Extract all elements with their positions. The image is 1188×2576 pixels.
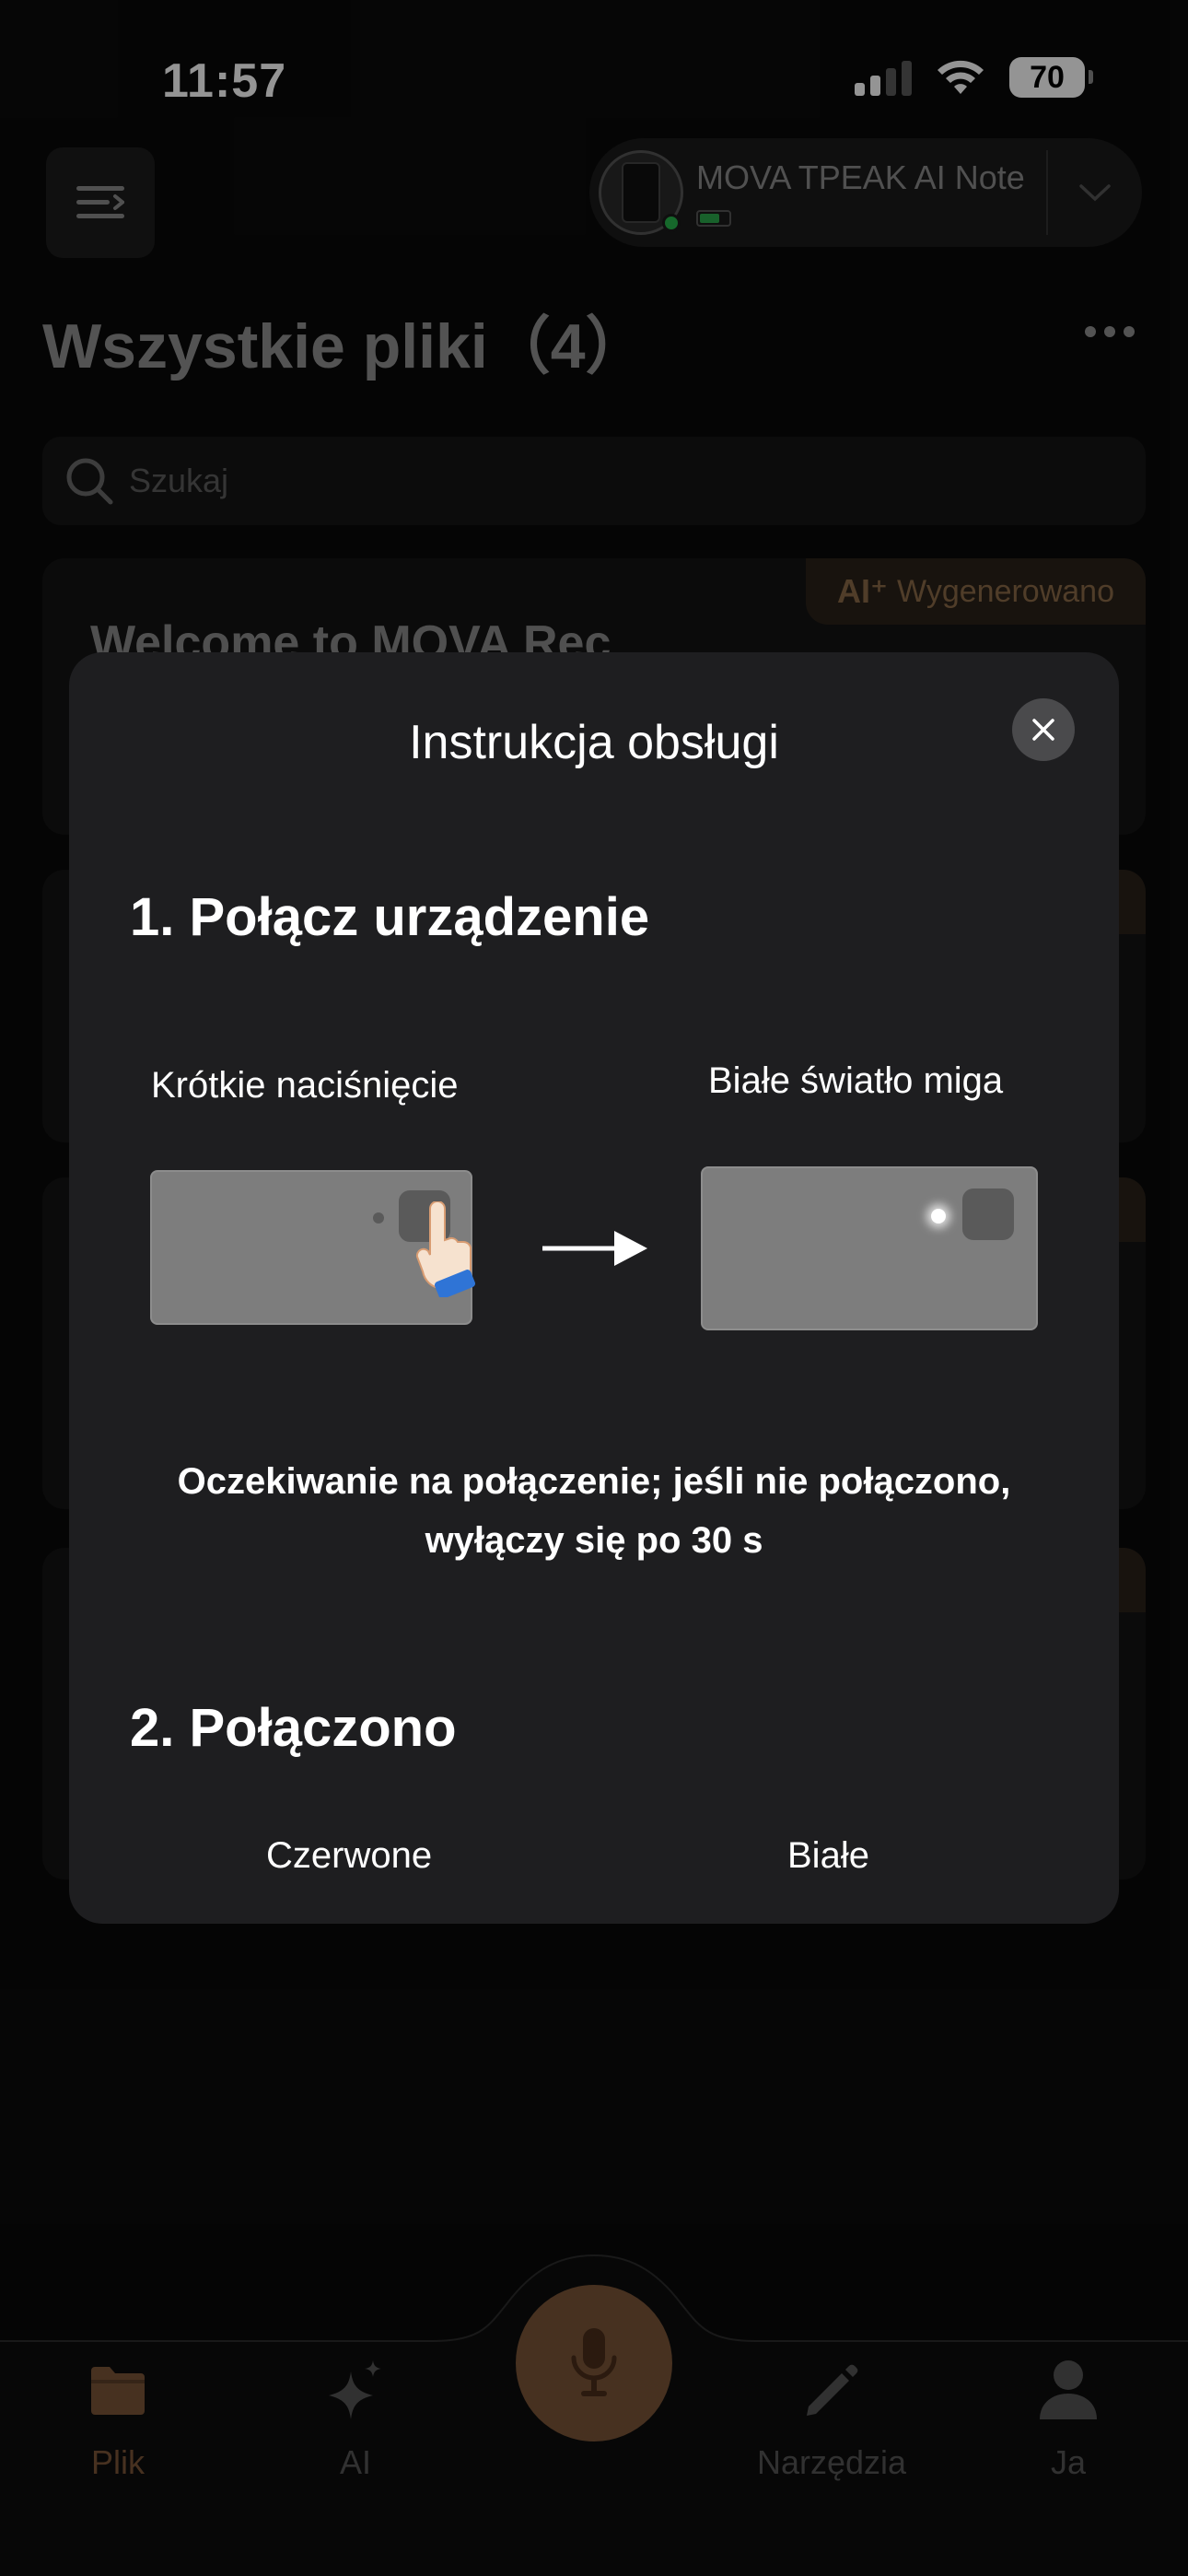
white-light-indicator bbox=[931, 1209, 946, 1224]
step1-caption: Oczekiwanie na połączenie; jeśli nie poł… bbox=[177, 1461, 1011, 1561]
close-button[interactable] bbox=[1012, 698, 1075, 761]
step1-left-label: Krótkie naciśnięcie bbox=[151, 1065, 459, 1106]
instructions-modal: Instrukcja obsługi 1. Połącz urządzenie … bbox=[69, 652, 1119, 1924]
close-icon bbox=[1032, 719, 1054, 741]
step2-title: 2. Połączono bbox=[130, 1698, 457, 1758]
step1-right-label: Białe światło miga bbox=[708, 1060, 1004, 1101]
hand-tap-icon bbox=[415, 1201, 476, 1297]
step2-left-label: Czerwone bbox=[266, 1835, 433, 1876]
modal-title: Instrukcja obsługi bbox=[409, 716, 779, 769]
step2-right-label: Białe bbox=[787, 1835, 869, 1876]
device-illustration-blink bbox=[701, 1166, 1038, 1330]
step1-title: 1. Połącz urządzenie bbox=[130, 887, 650, 947]
arrow-right-icon bbox=[542, 1231, 647, 1266]
